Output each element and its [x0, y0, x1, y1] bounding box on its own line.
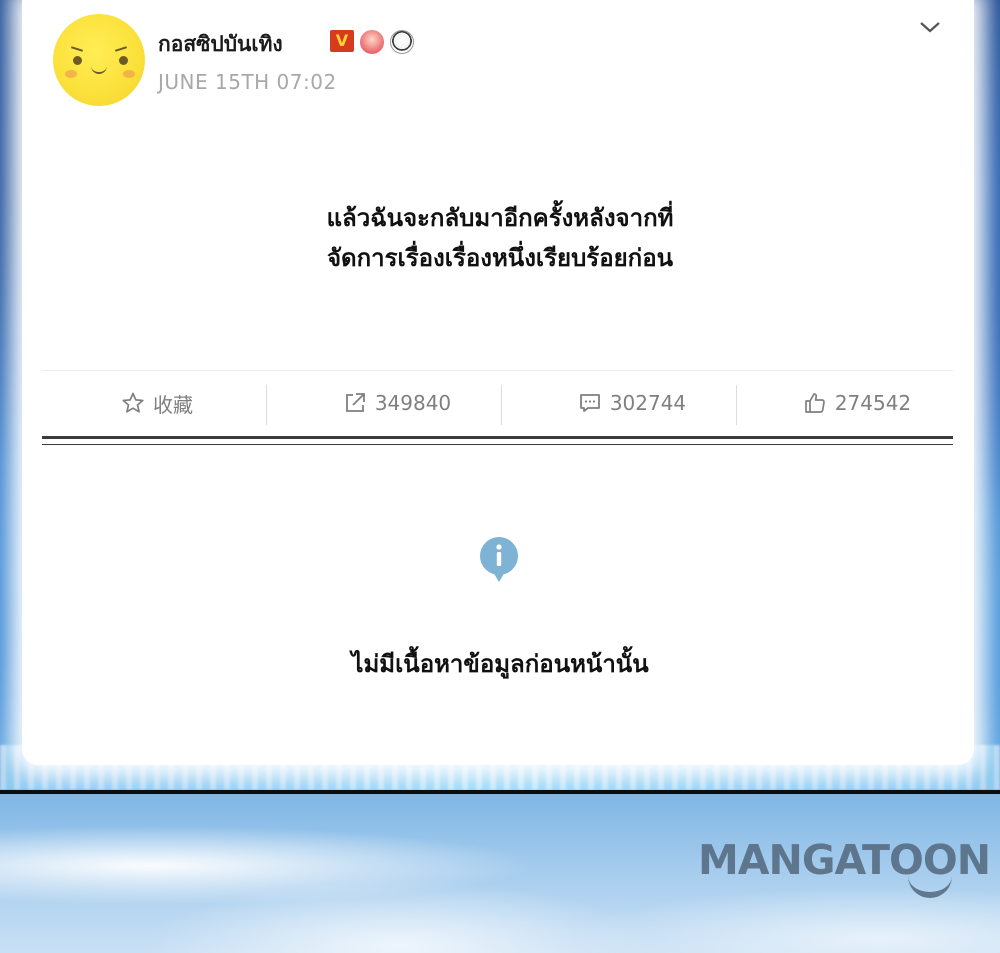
comment-button[interactable]: 302744 [517, 383, 747, 423]
post-text-line-1: แล้วฉันจะกลับมาอีกครั้งหลังจากที่ [326, 204, 674, 232]
mangatoon-watermark: MANGATOON [698, 836, 1000, 906]
favorite-label: 收藏 [153, 392, 193, 417]
share-count: 349840 [374, 391, 452, 415]
avatar-eye-right [119, 56, 128, 65]
brand-smile-icon [908, 876, 952, 898]
chevron-down-icon[interactable] [918, 15, 942, 39]
comment-icon [579, 394, 600, 412]
empty-state-message: ไม่มีเนื้อหาข้อมูลก่อนหน้านั้น [351, 650, 649, 678]
action-bar: 收藏 349840 302744 274542 [42, 370, 953, 436]
user-badges: V [330, 30, 414, 54]
action-separator [266, 385, 267, 425]
action-separator [736, 385, 737, 425]
share-button[interactable]: 349840 [282, 383, 512, 423]
fan-badge-icon [360, 30, 384, 54]
avatar-eye-left [73, 56, 82, 65]
avatar-mouth [91, 66, 107, 74]
post-content: แล้วฉันจะกลับมาอีกครั้งหลังจากที่ จัดการ… [190, 198, 810, 278]
like-count: 274542 [834, 391, 912, 415]
verified-badge-icon: V [330, 30, 354, 52]
section-divider [42, 436, 953, 439]
panda-badge-icon [390, 30, 414, 54]
thumbs-up-icon [804, 393, 825, 413]
avatar-brow-left [70, 46, 84, 52]
star-icon [122, 392, 144, 413]
avatar[interactable] [53, 14, 145, 106]
avatar-brow-right [114, 46, 128, 52]
favorite-button[interactable]: 收藏 [42, 383, 272, 423]
section-divider-thin [42, 444, 953, 445]
post-text-line-2: จัดการเรื่องเรื่องหนึ่งเรียบร้อยก่อน [326, 244, 674, 272]
username[interactable]: กอสซิปบันเทิง [158, 28, 283, 61]
comment-count: 302744 [609, 391, 687, 415]
avatar-cheek-left [65, 70, 77, 78]
like-button[interactable]: 274542 [742, 383, 972, 423]
action-separator [501, 385, 502, 425]
avatar-cheek-right [123, 70, 135, 78]
info-icon [480, 537, 518, 582]
brand-text: MANGATOON [698, 836, 991, 884]
post-timestamp: JUNE 15TH 07:02 [158, 70, 337, 94]
share-icon [345, 393, 365, 412]
